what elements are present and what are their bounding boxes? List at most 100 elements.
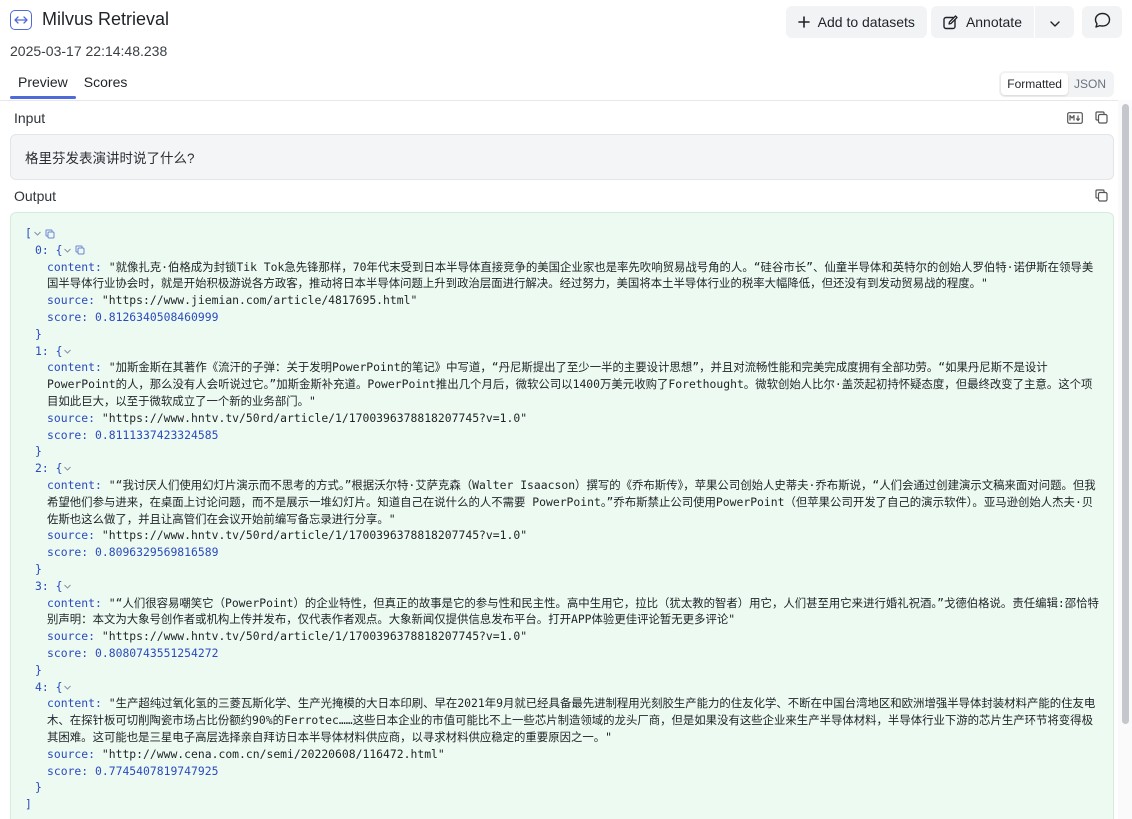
content-value: "“人们很容易嘲笑它（PowerPoint）的企业特性，但真正的故事是它的参与性… xyxy=(47,595,1099,627)
chevron-down-icon[interactable] xyxy=(63,683,72,692)
tab-scores[interactable]: Scores xyxy=(76,66,136,99)
content-value: "“我讨厌人们使用幻灯片演示而不思考的方式。”根据沃尔特·艾萨克森（Walter… xyxy=(47,477,1096,526)
content-value: "加斯金斯在其著作《流汗的子弹：关于发明PowerPoint的笔记》中写道，“丹… xyxy=(47,360,1093,408)
json-object-item: 3: {content: "“人们很容易嘲笑它（PowerPoint）的企业特性… xyxy=(25,578,1099,679)
tab-preview[interactable]: Preview xyxy=(10,66,76,99)
score-key: score: xyxy=(47,309,89,324)
output-label: Output xyxy=(14,188,57,204)
copy-icon[interactable] xyxy=(1095,189,1108,202)
source-value: "http://www.cena.com.cn/semi/20220608/11… xyxy=(101,746,445,761)
array-index: 2: xyxy=(35,461,49,476)
json-items: 0: {content: "就像扎克·伯格成为封锁Tik Tok急先锋那样，70… xyxy=(25,242,1099,796)
source-row: source: "http://www.cena.com.cn/semi/202… xyxy=(25,746,1099,763)
object-open-brace: { xyxy=(55,242,63,257)
object-footer: } xyxy=(25,326,1099,343)
array-index: 4: xyxy=(35,679,49,694)
formatted-option[interactable]: Formatted xyxy=(1001,73,1068,95)
json-array-close: ] xyxy=(25,796,1099,813)
annotate-split-button: Annotate xyxy=(930,6,1074,38)
object-header: 1: { xyxy=(25,343,1099,360)
score-value: 0.7745407819747925 xyxy=(95,763,219,778)
score-key: score: xyxy=(47,545,89,560)
source-value: "https://www.hntv.tv/50rd/article/1/1700… xyxy=(101,528,528,543)
tab-bar: Preview Scores xyxy=(10,66,135,99)
source-key: source: xyxy=(47,410,96,425)
score-value: 0.8080743551254272 xyxy=(95,645,219,660)
object-close-brace: } xyxy=(35,561,42,576)
timestamp: 2025-03-17 22:14:48.238 xyxy=(10,43,168,59)
source-value: "https://www.hntv.tv/50rd/article/1/1700… xyxy=(101,629,528,644)
source-row: source: "https://www.hntv.tv/50rd/articl… xyxy=(25,628,1099,645)
copy-icon[interactable] xyxy=(75,245,85,255)
object-footer: } xyxy=(25,779,1099,796)
object-header: 2: { xyxy=(25,460,1099,477)
chevron-down-icon[interactable] xyxy=(63,347,72,356)
json-object-item: 1: {content: "加斯金斯在其著作《流汗的子弹：关于发明PowerPo… xyxy=(25,343,1099,461)
object-close-brace: } xyxy=(35,326,42,341)
source-row: source: "https://www.jiemian.com/article… xyxy=(25,292,1099,309)
score-row: score: 0.8096329569816589 xyxy=(25,544,1099,561)
content-key: content: xyxy=(47,696,102,711)
chevron-down-icon[interactable] xyxy=(63,582,72,591)
content-key: content: xyxy=(47,259,102,274)
chevron-down-icon[interactable] xyxy=(33,229,42,238)
chevron-down-icon[interactable] xyxy=(63,464,72,473)
content-value: "生产超纯过氧化氢的三菱瓦斯化学、生产光掩模的大日本印刷、早在2021年9月就已… xyxy=(47,696,1096,744)
object-open-brace: { xyxy=(55,578,63,593)
content-key: content: xyxy=(47,360,102,375)
object-open-brace: { xyxy=(55,343,63,358)
json-object-item: 0: {content: "就像扎克·伯格成为封锁Tik Tok急先锋那样，70… xyxy=(25,242,1099,343)
object-open-brace: { xyxy=(55,461,63,476)
input-text: 格里芬发表演讲时说了什么? xyxy=(25,151,195,166)
input-value-box: 格里芬发表演讲时说了什么? xyxy=(10,134,1114,180)
content-row: content: "“我讨厌人们使用幻灯片演示而不思考的方式。”根据沃尔特·艾萨… xyxy=(25,477,1099,527)
score-row: score: 0.8126340508460999 xyxy=(25,309,1099,326)
chevron-down-icon[interactable] xyxy=(63,246,72,255)
array-index: 0: xyxy=(35,242,49,257)
object-open-brace: { xyxy=(55,679,63,694)
score-key: score: xyxy=(47,645,89,660)
object-header: 3: { xyxy=(25,578,1099,595)
output-tools xyxy=(1095,189,1108,202)
markdown-icon[interactable] xyxy=(1067,111,1083,124)
plus-icon xyxy=(797,16,810,28)
copy-icon[interactable] xyxy=(1095,111,1108,124)
header-actions: Add to datasets Annotate xyxy=(785,6,1122,38)
array-index: 3: xyxy=(35,578,49,593)
array-open-bracket: [ xyxy=(25,226,32,240)
annotate-button[interactable]: Annotate xyxy=(930,6,1034,38)
content-key: content: xyxy=(47,477,102,492)
object-close-brace: } xyxy=(35,780,42,795)
input-tools xyxy=(1067,111,1108,124)
source-key: source: xyxy=(47,746,96,761)
content-row: content: "生产超纯过氧化氢的三菱瓦斯化学、生产光掩模的大日本印刷、早在… xyxy=(25,695,1099,745)
title-row: Milvus Retrieval xyxy=(10,9,169,30)
content-row: content: "加斯金斯在其著作《流汗的子弹：关于发明PowerPoint的… xyxy=(25,359,1099,409)
json-option[interactable]: JSON xyxy=(1068,73,1112,95)
score-value: 0.8111337423324585 xyxy=(95,427,219,442)
object-header: 0: { xyxy=(25,242,1099,259)
object-footer: } xyxy=(25,443,1099,460)
score-row: score: 0.8080743551254272 xyxy=(25,645,1099,662)
object-footer: } xyxy=(25,662,1099,679)
add-to-datasets-button[interactable]: Add to datasets xyxy=(785,6,927,38)
annotate-dropdown-button[interactable] xyxy=(1034,6,1074,38)
json-object-item: 2: {content: "“我讨厌人们使用幻灯片演示而不思考的方式。”根据沃尔… xyxy=(25,460,1099,578)
score-row: score: 0.8111337423324585 xyxy=(25,427,1099,444)
source-key: source: xyxy=(47,293,96,308)
object-close-brace: } xyxy=(35,444,42,459)
arrows-horizontal-icon xyxy=(10,9,32,30)
edit-icon xyxy=(943,14,958,30)
comment-icon xyxy=(1094,12,1111,32)
trace-header: Milvus Retrieval 2025-03-17 22:14:48.238… xyxy=(0,0,1132,100)
content-row: content: "“人们很容易嘲笑它（PowerPoint）的企业特性，但真正… xyxy=(25,595,1099,629)
header-divider xyxy=(0,100,1118,101)
chevron-down-icon xyxy=(1049,14,1060,30)
comment-button[interactable] xyxy=(1082,6,1122,38)
source-value: "https://www.jiemian.com/article/4817695… xyxy=(101,293,418,308)
score-key: score: xyxy=(47,427,89,442)
scrollbar-thumb[interactable] xyxy=(1122,104,1129,724)
copy-icon[interactable] xyxy=(45,229,55,239)
array-close-bracket: ] xyxy=(25,797,32,812)
object-header: 4: { xyxy=(25,679,1099,696)
